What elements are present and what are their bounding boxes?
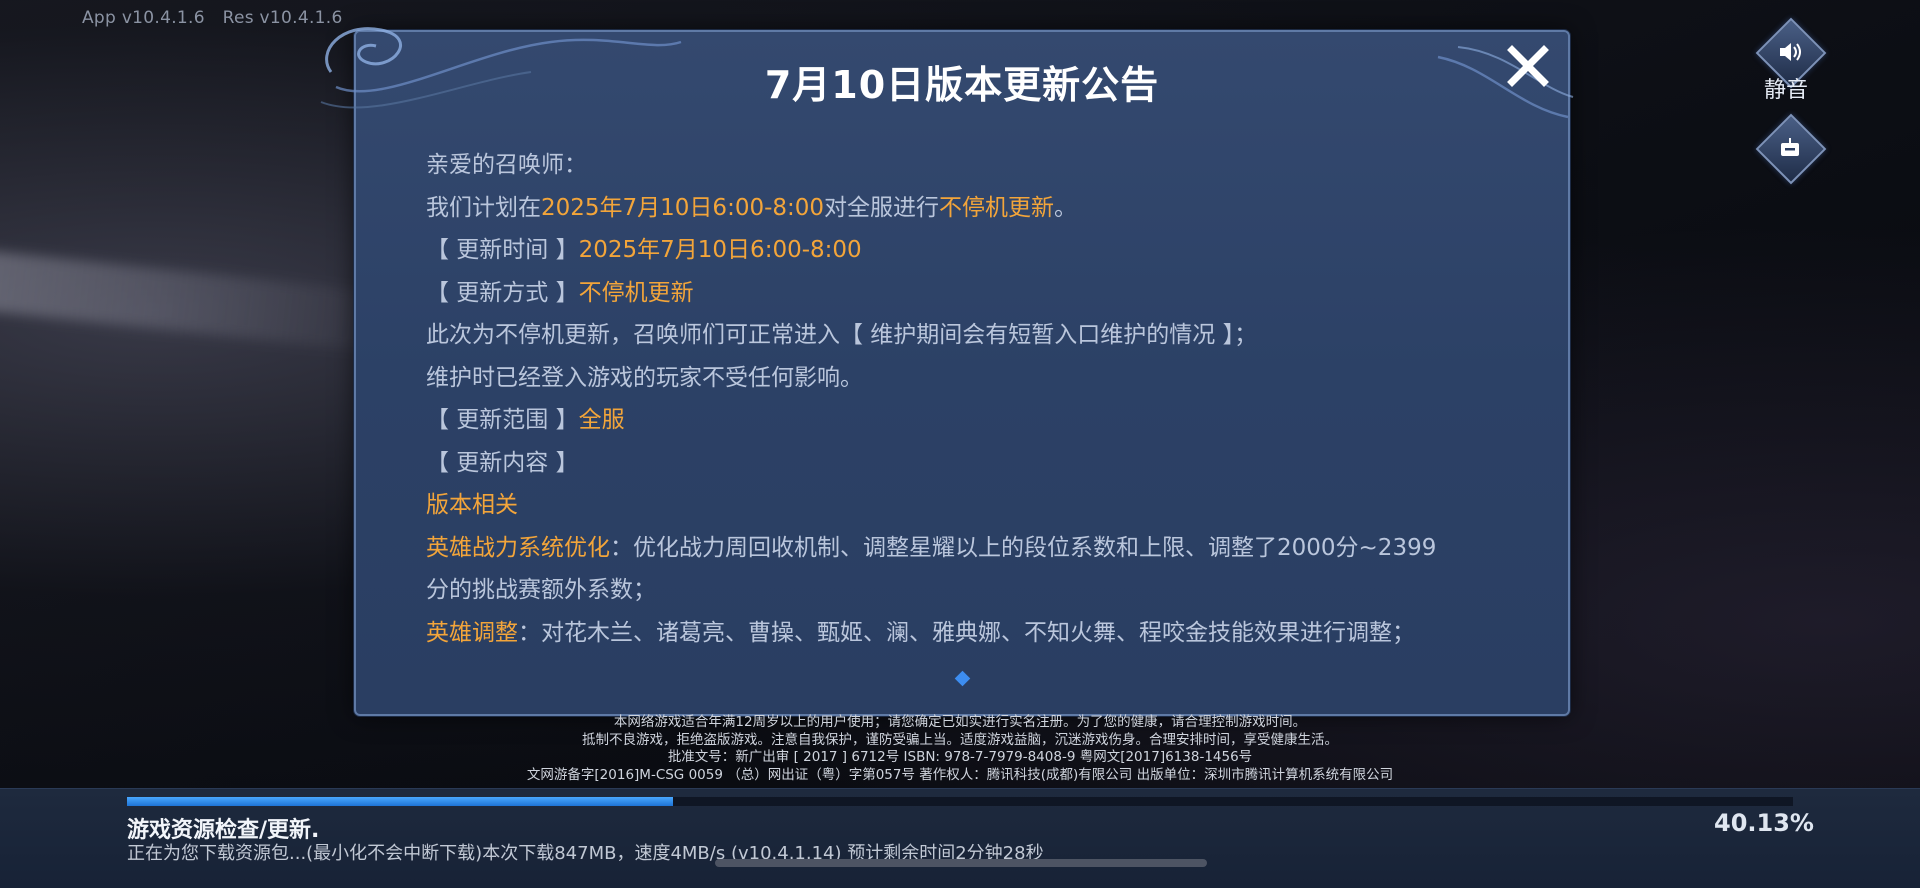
highlight-text: 不停机更新 xyxy=(939,194,1055,221)
announcement-line: 【 更新方式 】不停机更新 xyxy=(426,272,1536,315)
notice-line: 本网络游戏适合年满12周岁以上的用户使用；请您确定已如实进行实名注册。为了您的健… xyxy=(613,714,1307,730)
announcement-dialog: 7月10日版本更新公告 亲爱的召唤师： 我们计划在2025年7月10日6:00-8… xyxy=(320,27,1574,716)
notice-line: 抵制不良游戏，拒绝盗版游戏。注意自我保护，谨防受骗上当。适度游戏益脑，沉迷游戏伤… xyxy=(582,731,1338,748)
announcement-line: 英雄调整：对花木兰、诸葛亮、曹操、甄姬、澜、雅典娜、不知火舞、程咬金技能效果进行… xyxy=(426,612,1536,655)
body-text: 【 更新方式 】 xyxy=(426,279,579,306)
highlight-text: 英雄调整 xyxy=(426,619,518,646)
dialog-title: 7月10日版本更新公告 xyxy=(764,63,1160,107)
announcement-line: 此次为不停机更新，召唤师们可正常进入【 维护期间会有短暂入口维护的情况 】； xyxy=(426,314,1536,357)
robot-icon xyxy=(1781,138,1799,156)
announcement-line: 【 更新时间 】2025年7月10日6:00-8:00 xyxy=(426,229,1536,272)
body-text: 我们计划在 xyxy=(426,194,541,221)
announcement-line: 亲爱的召唤师： xyxy=(426,144,1536,187)
announcement-line: 版本相关 xyxy=(426,484,1536,527)
body-text: 【 更新范围 】 xyxy=(426,407,579,433)
highlight-text: 版本相关 xyxy=(426,492,518,518)
close-button[interactable] xyxy=(1504,42,1552,90)
highlight-text: 2025年7月10日6:00-8:00 xyxy=(578,237,862,263)
body-text: 维护时已经登入游戏的玩家不受任何影响。 xyxy=(426,364,863,391)
announcement-line: 【 更新范围 】全服 xyxy=(426,399,1536,442)
mute-label: 静音 xyxy=(1764,78,1809,103)
announcement-line: 英雄战力系统优化：优化战力周回收机制、调整星耀以上的段位系数和上限、调整了200… xyxy=(426,527,1536,570)
speaker-icon xyxy=(1780,43,1801,61)
body-text: 【 更新时间 】 xyxy=(426,237,579,263)
body-text: ：优化战力周回收机制、调整星耀以上的段位系数和上限、调整了2000分~2399 xyxy=(610,534,1437,561)
announcement-line: 维护时已经登入游戏的玩家不受任何影响。 xyxy=(426,357,1536,400)
loading-panel: 游戏资源检查/更新. 正在为您下载资源包...(最小化不会中断下载)本次下载84… xyxy=(0,788,1920,888)
health-notice: 本网络游戏适合年满12周岁以上的用户使用；请您确定已如实进行实名注册。为了您的健… xyxy=(0,714,1920,784)
progress-percent: 40.13% xyxy=(1714,809,1814,837)
body-text: 亲爱的召唤师： xyxy=(426,152,587,178)
body-text: 分的挑战赛额外系数； xyxy=(426,577,656,603)
body-text: 此次为不停机更新，召唤师们可正常进入【 维护期间会有短暂入口维护的情况 】； xyxy=(426,322,1258,348)
highlight-text: 2025年7月10日6:00-8:00 xyxy=(541,194,825,221)
app-version: App v10.4.1.6 xyxy=(82,8,205,28)
highlight-text: 不停机更新 xyxy=(578,279,694,306)
body-text: 。 xyxy=(1054,194,1078,221)
announcement-content: 亲爱的召唤师： 我们计划在2025年7月10日6:00-8:00对全服进行不停机更… xyxy=(426,144,1536,654)
assistant-button[interactable] xyxy=(1755,113,1827,185)
highlight-text: 全服 xyxy=(578,407,625,433)
notice-line: 文网游备字[2016]M-CSG 0059 （总）网出证（粤）字第057号 著作… xyxy=(526,766,1394,783)
announcement-line: 我们计划在2025年7月10日6:00-8:00对全服进行不停机更新。 xyxy=(426,187,1536,230)
close-icon xyxy=(1507,45,1549,87)
body-text: 【 更新内容 】 xyxy=(426,449,579,476)
announcement-line: 【 更新内容 】 xyxy=(426,442,1536,485)
progress-fill xyxy=(127,797,673,806)
page-indicator-dot xyxy=(954,670,971,687)
announcement-line: 分的挑战赛额外系数； xyxy=(426,569,1536,612)
home-indicator[interactable] xyxy=(715,859,1207,867)
highlight-text: 英雄战力系统优化 xyxy=(426,534,610,561)
body-text: ：对花木兰、诸葛亮、曹操、甄姬、澜、雅典娜、不知火舞、程咬金技能效果进行调整； xyxy=(518,619,1415,646)
notice-line: 批准文号：新广出审 [ 2017 ] 6712号 ISBN: 978-7-797… xyxy=(667,749,1253,765)
progress-track xyxy=(127,797,1793,806)
body-text: 对全服进行 xyxy=(824,194,940,221)
